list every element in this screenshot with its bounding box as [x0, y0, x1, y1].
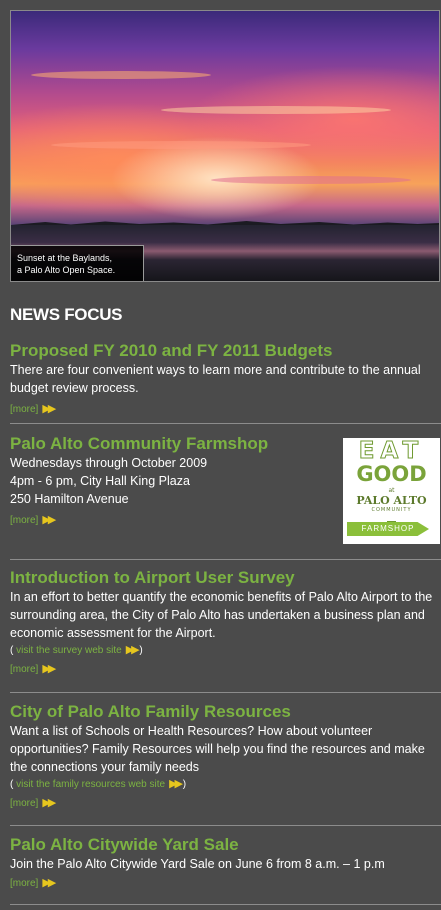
eat-good-farmshop-logo[interactable]: EAT GOOD at PALO ALTO COMMUNITY FARMSHOP	[343, 438, 440, 544]
logo-at: at	[388, 487, 395, 494]
news-body: Want a list of Schools or Health Resourc…	[10, 724, 425, 774]
more-link[interactable]: [more] ▶▶	[10, 513, 56, 528]
divider	[10, 825, 441, 826]
logo-good: GOOD	[356, 462, 427, 486]
cloud-streak	[211, 176, 411, 184]
double-chevron-right-icon: ▶▶	[42, 877, 56, 889]
divider	[10, 904, 441, 905]
news-focus-heading: NEWS FOCUS	[10, 305, 123, 324]
cloud-streak	[51, 141, 311, 149]
news-body: In an effort to better quantify the econ…	[10, 590, 433, 640]
double-chevron-right-icon: ▶▶	[125, 644, 140, 656]
logo-eat: EAT	[358, 438, 425, 465]
caption-line-2: a Palo Alto Open Space.	[17, 265, 116, 275]
news-title[interactable]: Introduction to Airport User Survey	[10, 568, 441, 588]
double-chevron-right-icon: ▶▶	[169, 778, 183, 790]
double-chevron-right-icon: ▶▶	[42, 514, 56, 526]
divider	[10, 423, 441, 424]
divider	[10, 692, 441, 693]
hero-image: Sunset at the Baylands, a Palo Alto Open…	[10, 10, 440, 282]
logo-palo-alto: PALO ALTO	[356, 494, 427, 507]
more-link[interactable]: [more] ▶▶	[10, 796, 56, 811]
cloud-streak	[161, 106, 391, 114]
news-title[interactable]: Palo Alto Citywide Yard Sale	[10, 835, 441, 855]
news-body: Join the Palo Alto Citywide Yard Sale on…	[10, 857, 385, 871]
news-item-airport-survey: Introduction to Airport User Survey In a…	[10, 568, 441, 677]
double-chevron-right-icon: ▶▶	[42, 663, 56, 675]
more-link[interactable]: [more] ▶▶	[10, 662, 56, 677]
family-resources-site-link[interactable]: ( visit the family resources web site ▶▶ …	[10, 776, 441, 793]
cloud-streak	[31, 71, 211, 79]
news-item-family-resources: City of Palo Alto Family Resources Want …	[10, 702, 441, 811]
divider	[10, 559, 441, 560]
survey-site-link[interactable]: ( visit the survey web site ▶▶ )	[10, 642, 441, 659]
double-chevron-right-icon: ▶▶	[42, 403, 56, 415]
double-chevron-right-icon: ▶▶	[42, 797, 56, 809]
more-link[interactable]: [more] ▶▶	[10, 876, 56, 891]
caption-line-1: Sunset at the Baylands,	[17, 253, 113, 263]
news-item-budgets: Proposed FY 2010 and FY 2011 Budgets The…	[10, 341, 441, 417]
news-body: There are four convenient ways to learn …	[10, 363, 421, 395]
news-title[interactable]: City of Palo Alto Family Resources	[10, 702, 441, 722]
sprout-icon	[387, 513, 396, 523]
hero-caption: Sunset at the Baylands, a Palo Alto Open…	[11, 245, 144, 281]
more-link[interactable]: [more] ▶▶	[10, 402, 56, 417]
news-item-yard-sale: Palo Alto Citywide Yard Sale Join the Pa…	[10, 835, 441, 891]
news-title[interactable]: Proposed FY 2010 and FY 2011 Budgets	[10, 341, 441, 361]
logo-farmshop-arrow: FARMSHOP	[347, 522, 429, 536]
